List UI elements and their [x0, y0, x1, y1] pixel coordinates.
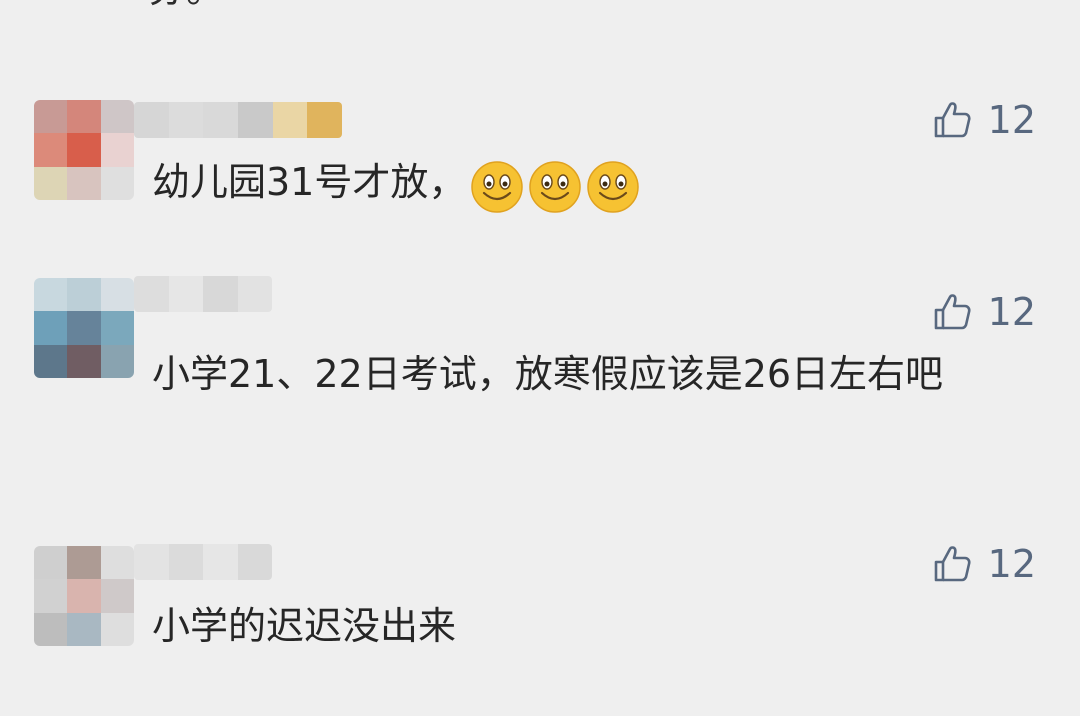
avatar-pixel: [34, 100, 68, 134]
avatar-pixel: [67, 546, 101, 580]
avatar-pixel: [100, 166, 134, 200]
username-pixel: [134, 276, 169, 312]
avatar-pixel: [67, 612, 101, 646]
username[interactable]: [134, 102, 342, 138]
username-pixel: [168, 276, 203, 312]
comment-text: 小学21、22日考试，放寒假应该是26日左右吧: [152, 352, 944, 396]
username-pixel: [203, 102, 239, 138]
username-pixel: [203, 276, 238, 312]
grinning-face-emoji-icon: [587, 161, 640, 213]
avatar-pixel: [34, 579, 68, 613]
avatar-pixel: [100, 546, 134, 580]
avatar-pixel: [100, 100, 134, 134]
avatar-pixel: [34, 166, 68, 200]
grinning-face-emoji-icon: [529, 161, 582, 213]
avatar[interactable]: [34, 278, 134, 378]
avatar-pixel: [34, 278, 68, 312]
like-count: 12: [987, 98, 1036, 142]
username-pixel: [168, 544, 203, 580]
like-count: 12: [987, 290, 1036, 334]
avatar-pixel: [100, 612, 134, 646]
avatar-pixel: [100, 133, 134, 167]
emoji-group: [470, 155, 644, 215]
username-pixel: [307, 102, 342, 138]
avatar-pixel: [67, 311, 101, 345]
avatar-pixel: [100, 311, 134, 345]
avatar-pixel: [34, 311, 68, 345]
like-button[interactable]: 12: [932, 292, 1036, 332]
avatar-pixel: [34, 546, 68, 580]
avatar-pixel: [100, 344, 134, 378]
thumbs-up-icon: [934, 102, 971, 138]
avatar-pixel: [100, 278, 134, 312]
avatar-pixel: [67, 278, 101, 312]
username[interactable]: [134, 544, 272, 580]
avatar-pixel: [67, 100, 101, 134]
comment-text-body: 幼儿园31号才放，: [152, 160, 467, 204]
avatar-pixel: [34, 344, 68, 378]
like-button[interactable]: 12: [932, 544, 1036, 584]
avatar[interactable]: [34, 546, 134, 646]
thumbs-up-icon: [934, 294, 971, 330]
avatar-pixel: [67, 133, 101, 167]
username-pixel: [237, 276, 272, 312]
avatar-pixel: [67, 344, 101, 378]
username-pixel: [168, 102, 204, 138]
username-pixel: [203, 544, 238, 580]
username[interactable]: [134, 276, 272, 312]
username-pixel: [134, 102, 169, 138]
grinning-face-emoji-icon: [471, 161, 524, 213]
comment-text: 幼儿园31号才放，: [152, 152, 1032, 215]
username-pixel: [238, 102, 273, 138]
like-count: 12: [987, 542, 1036, 586]
previous-comment-text-fragment: 芬。: [148, 0, 224, 8]
avatar-pixel: [67, 579, 101, 613]
comment-text: 小学的迟迟没出来: [152, 604, 457, 648]
username-pixel: [237, 544, 272, 580]
avatar-pixel: [100, 579, 134, 613]
avatar-pixel: [34, 612, 68, 646]
avatar[interactable]: [34, 100, 134, 200]
like-button[interactable]: 12: [932, 100, 1036, 140]
username-pixel: [272, 102, 308, 138]
thumbs-up-icon: [934, 546, 971, 582]
avatar-pixel: [34, 133, 68, 167]
avatar-pixel: [67, 166, 101, 200]
username-pixel: [134, 544, 169, 580]
